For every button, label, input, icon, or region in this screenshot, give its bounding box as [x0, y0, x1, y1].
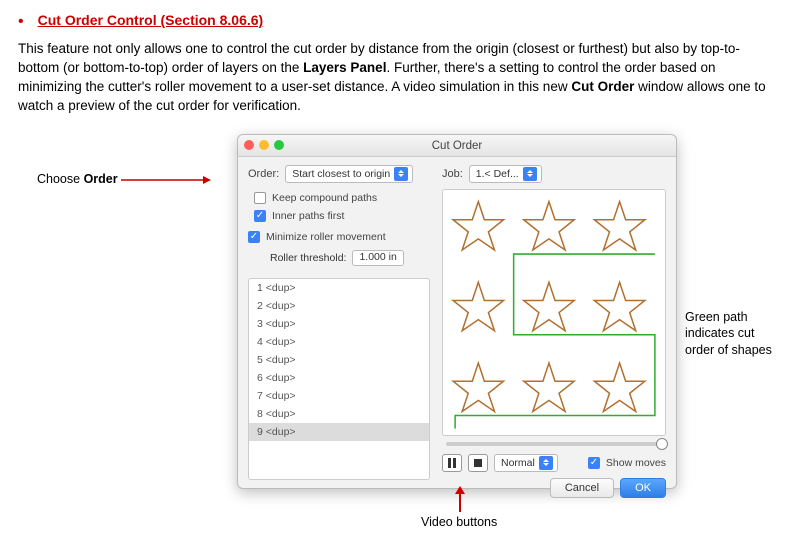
- order-value: Start closest to origin: [292, 168, 390, 180]
- list-item[interactable]: 4 <dup>: [249, 333, 429, 351]
- chevron-updown-icon: [539, 456, 553, 470]
- para-bold-1: Layers Panel: [303, 60, 386, 75]
- close-icon[interactable]: [244, 140, 254, 150]
- pause-button[interactable]: [442, 454, 462, 472]
- callout-text: Video buttons: [421, 515, 497, 529]
- window-controls[interactable]: [244, 140, 284, 150]
- callout-bold: Order: [84, 172, 118, 186]
- callout-video-buttons: Video buttons: [421, 514, 497, 531]
- stop-button[interactable]: [468, 454, 488, 472]
- list-item[interactable]: 9 <dup>: [249, 423, 429, 441]
- section-heading: Cut Order Control (Section 8.06.6): [38, 12, 264, 28]
- chevron-updown-icon: [523, 167, 537, 181]
- order-select[interactable]: Start closest to origin: [285, 165, 413, 183]
- keep-compound-checkbox[interactable]: Keep compound paths: [254, 192, 430, 204]
- inner-paths-checkbox[interactable]: Inner paths first: [254, 210, 430, 222]
- callout-text: Green path indicates cut order of shapes: [685, 310, 772, 358]
- list-item[interactable]: 3 <dup>: [249, 315, 429, 333]
- dialog-title: Cut Order: [432, 140, 483, 152]
- preview-svg: [443, 190, 665, 435]
- checkbox-checked-icon: [588, 457, 600, 469]
- checkbox-label: Keep compound paths: [272, 192, 377, 204]
- figure-wrap: Choose Order Green path indicates cut or…: [37, 134, 757, 534]
- left-panel: Order: Start closest to origin Keep comp…: [238, 157, 438, 488]
- ok-button[interactable]: OK: [620, 478, 666, 498]
- list-item[interactable]: 6 <dup>: [249, 369, 429, 387]
- titlebar: Cut Order: [238, 135, 676, 157]
- speed-select[interactable]: Normal: [494, 454, 558, 472]
- para-bold-2: Cut Order: [571, 79, 634, 94]
- list-item[interactable]: 8 <dup>: [249, 405, 429, 423]
- checkbox-label: Inner paths first: [272, 210, 344, 222]
- zoom-icon[interactable]: [274, 140, 284, 150]
- list-item[interactable]: 7 <dup>: [249, 387, 429, 405]
- checkbox-checked-icon: [254, 210, 266, 222]
- arrow-up-icon: [455, 486, 465, 517]
- list-item[interactable]: 2 <dup>: [249, 297, 429, 315]
- slider-thumb-icon[interactable]: [656, 438, 668, 450]
- bullet-icon: •: [18, 14, 24, 30]
- cancel-button[interactable]: Cancel: [550, 478, 614, 498]
- arrow-right-icon: [121, 172, 211, 189]
- preview-canvas: [442, 189, 666, 436]
- checkbox-label: Show moves: [606, 457, 666, 469]
- callout-green-path: Green path indicates cut order of shapes: [685, 309, 775, 360]
- callout-choose-order: Choose Order: [37, 168, 211, 190]
- intro-paragraph: This feature not only allows one to cont…: [18, 40, 776, 116]
- minimize-roller-checkbox[interactable]: Minimize roller movement: [248, 231, 430, 243]
- chevron-updown-icon: [394, 167, 408, 181]
- checkbox-checked-icon: [248, 231, 260, 243]
- minimize-icon[interactable]: [259, 140, 269, 150]
- callout-text: Choose: [37, 172, 84, 186]
- job-select[interactable]: 1.< Def...: [469, 165, 542, 183]
- show-moves-checkbox[interactable]: Show moves: [588, 457, 666, 469]
- speed-value: Normal: [501, 457, 535, 469]
- right-panel: Job: 1.< Def...: [438, 157, 676, 488]
- cut-order-dialog: Cut Order Order: Start closest to origin…: [237, 134, 677, 489]
- threshold-input[interactable]: 1.000 in: [352, 250, 403, 266]
- list-item[interactable]: 1 <dup>: [249, 279, 429, 297]
- list-item[interactable]: 5 <dup>: [249, 351, 429, 369]
- threshold-label: Roller threshold:: [270, 252, 346, 264]
- job-label: Job:: [442, 168, 463, 180]
- layer-list[interactable]: 1 <dup> 2 <dup> 3 <dup> 4 <dup> 5 <dup> …: [248, 278, 430, 480]
- job-value: 1.< Def...: [476, 168, 519, 180]
- order-label: Order:: [248, 168, 279, 180]
- cut-path-line: [455, 254, 655, 429]
- timeline-slider[interactable]: [446, 442, 662, 446]
- checkbox-icon: [254, 192, 266, 204]
- heading-row: • Cut Order Control (Section 8.06.6): [18, 12, 776, 30]
- checkbox-label: Minimize roller movement: [266, 231, 386, 243]
